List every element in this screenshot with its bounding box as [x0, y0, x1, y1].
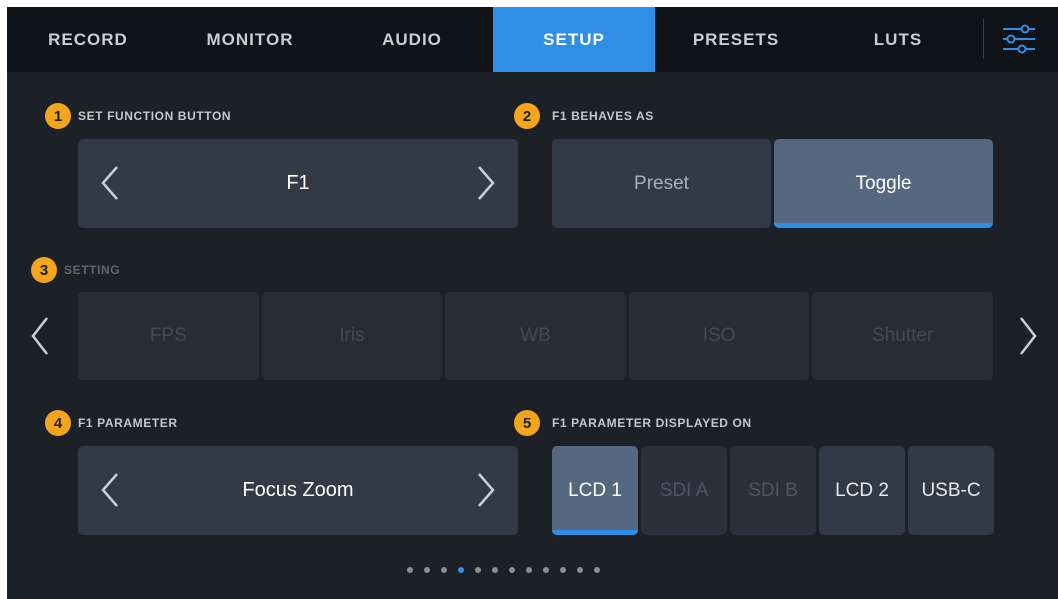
display-option-lcd2[interactable]: LCD 2	[819, 446, 905, 535]
chevron-right-icon[interactable]	[1015, 314, 1041, 358]
displayed-on-heading: F1 PARAMETER DISPLAYED ON	[552, 416, 752, 430]
page-dot[interactable]	[577, 567, 583, 573]
tab-audio[interactable]: AUDIO	[331, 7, 493, 72]
page-dot[interactable]	[475, 567, 481, 573]
page-dot[interactable]	[509, 567, 515, 573]
page-dot[interactable]	[424, 567, 430, 573]
setting-option-wb[interactable]: WB	[445, 292, 626, 380]
chevron-right-icon[interactable]	[465, 470, 505, 510]
parameter-value: Focus Zoom	[242, 479, 354, 501]
function-button-selector: F1	[78, 139, 518, 228]
setting-option-fps[interactable]: FPS	[78, 292, 259, 380]
tab-luts[interactable]: LUTS	[817, 7, 979, 72]
setting-option-iso[interactable]: ISO	[628, 292, 810, 380]
chevron-left-icon[interactable]	[91, 163, 131, 203]
display-option-lcd1-label: LCD 1	[568, 479, 622, 501]
behaves-as-toggle: Preset Toggle	[552, 139, 993, 228]
chevron-right-icon[interactable]	[465, 163, 505, 203]
display-option-lcd1[interactable]: LCD 1	[552, 446, 638, 535]
parameter-selector: Focus Zoom	[78, 446, 518, 535]
tab-presets[interactable]: PRESETS	[655, 7, 817, 72]
top-tab-bar: RECORD MONITOR AUDIO SETUP PRESETS LUTS	[7, 7, 1058, 72]
display-option-sdi-a: SDI A	[641, 446, 727, 535]
section-2-badge: 2	[514, 103, 540, 129]
page-dot[interactable]	[560, 567, 566, 573]
display-option-sdi-b: SDI B	[730, 446, 816, 535]
function-button-value: F1	[286, 172, 310, 194]
page-dot[interactable]	[407, 567, 413, 573]
display-option-usb-c[interactable]: USB-C	[908, 446, 994, 535]
setting-options: FPS Iris WB ISO Shutter	[78, 292, 993, 380]
preset-option[interactable]: Preset	[552, 139, 771, 228]
f1-behaves-as-heading: F1 BEHAVES AS	[552, 109, 654, 123]
page-dot[interactable]	[492, 567, 498, 573]
tab-setup[interactable]: SETUP	[493, 7, 655, 72]
displayed-on-options: LCD 1 SDI A SDI B LCD 2 USB-C	[552, 446, 994, 535]
page-dot[interactable]	[594, 567, 600, 573]
setting-heading: SETTING	[64, 263, 121, 277]
section-3-badge: 3	[31, 257, 57, 283]
toggle-option-label: Toggle	[855, 172, 912, 194]
sliders-icon[interactable]	[1000, 23, 1038, 55]
section-5-badge: 5	[514, 410, 540, 436]
page-dot[interactable]	[543, 567, 549, 573]
page-dot[interactable]	[458, 567, 464, 573]
section-1-badge: 1	[45, 103, 71, 129]
page-dot[interactable]	[441, 567, 447, 573]
toggle-option[interactable]: Toggle	[774, 139, 993, 228]
tab-record[interactable]: RECORD	[7, 7, 169, 72]
selected-indicator	[552, 530, 638, 535]
set-function-button-heading: SET FUNCTION BUTTON	[78, 109, 232, 123]
camera-setup-screen: RECORD MONITOR AUDIO SETUP PRESETS LUTS …	[7, 7, 1058, 599]
tab-monitor[interactable]: MONITOR	[169, 7, 331, 72]
selected-indicator	[774, 223, 993, 228]
section-4-badge: 4	[45, 410, 71, 436]
page-dot[interactable]	[526, 567, 532, 573]
chevron-left-icon[interactable]	[91, 470, 131, 510]
page-indicator	[407, 567, 600, 573]
tab-divider	[983, 19, 984, 59]
f1-parameter-heading: F1 PARAMETER	[78, 416, 178, 430]
setting-option-shutter[interactable]: Shutter	[812, 292, 993, 380]
setting-option-iris[interactable]: Iris	[261, 292, 443, 380]
chevron-left-icon[interactable]	[27, 314, 53, 358]
